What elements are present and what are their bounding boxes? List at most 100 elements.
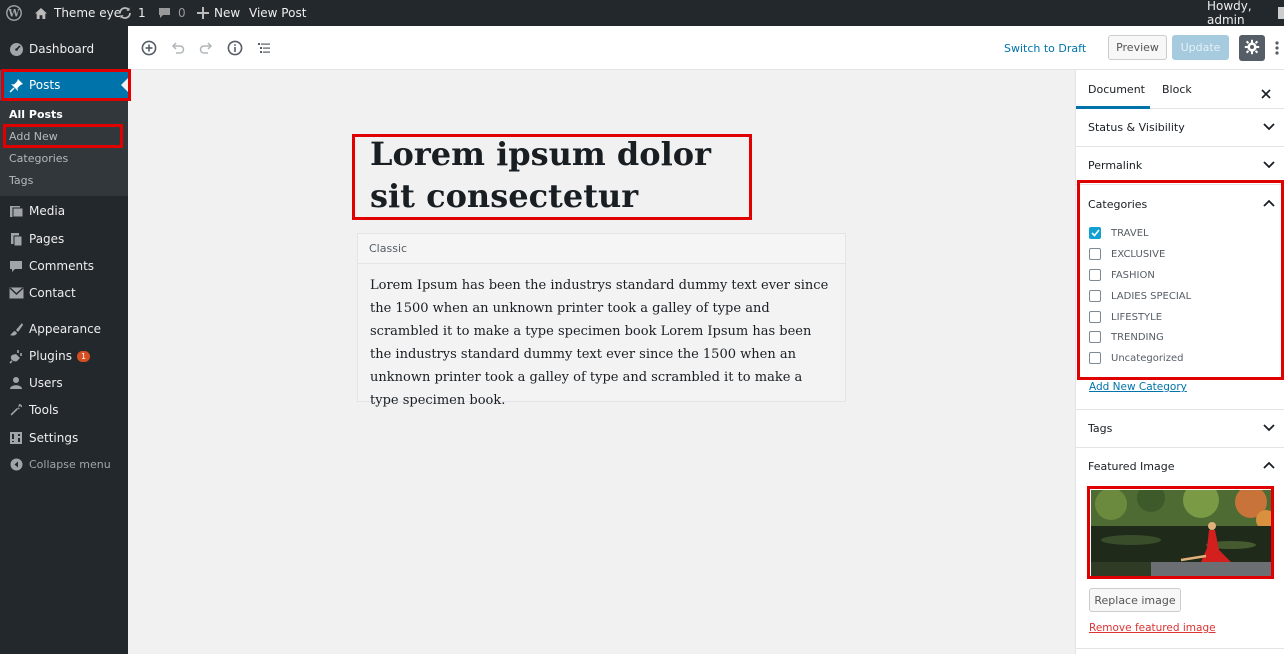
checkbox-icon[interactable] [1089, 290, 1101, 302]
checkbox-icon[interactable] [1089, 352, 1101, 364]
pushpin-icon [8, 77, 24, 93]
add-new-category-link[interactable]: Add New Category [1089, 381, 1187, 393]
site-name-link[interactable]: Theme eye [34, 0, 121, 26]
category-uncategorized[interactable]: Uncategorized [1089, 352, 1183, 364]
chevron-up-icon [1263, 197, 1275, 210]
redo-icon[interactable] [197, 39, 215, 57]
add-block-icon[interactable] [140, 39, 158, 57]
chevron-down-icon [1263, 159, 1275, 172]
comment-bubble-icon [158, 7, 171, 19]
checkbox-icon[interactable] [1089, 331, 1101, 343]
menu-settings-label: Settings [29, 431, 79, 445]
switch-to-draft-button[interactable]: Switch to Draft [1004, 38, 1086, 58]
preview-button[interactable]: Preview [1108, 35, 1167, 60]
wrench-icon [8, 402, 24, 418]
settings-toggle-button[interactable] [1239, 35, 1265, 61]
editor-toolbar: Switch to Draft Preview Update [128, 26, 1284, 70]
submenu-add-new[interactable]: Add New [9, 130, 58, 143]
submenu-all-posts[interactable]: All Posts [9, 108, 63, 121]
classic-block[interactable]: Classic Lorem Ipsum has been the industr… [357, 233, 846, 408]
plug-icon [8, 348, 24, 364]
panel-categories[interactable]: Categories [1076, 185, 1284, 223]
tab-document[interactable]: Document [1088, 83, 1145, 96]
avatar [1277, 7, 1284, 19]
tab-block[interactable]: Block [1162, 83, 1192, 96]
checkbox-icon[interactable] [1089, 269, 1101, 281]
paintbrush-icon [8, 321, 24, 337]
more-tools-vertical-dots-icon[interactable] [1272, 39, 1282, 57]
comments-link[interactable]: 0 [158, 0, 186, 26]
howdy-account-link[interactable]: Howdy, admin [1207, 0, 1284, 27]
wordpress-logo-icon[interactable]: W [6, 0, 22, 26]
settings-sliders-icon [8, 430, 24, 446]
home-icon [34, 7, 48, 20]
site-name: Theme eye [54, 6, 122, 20]
featured-image-thumbnail[interactable] [1091, 482, 1276, 576]
checkbox-icon[interactable] [1089, 311, 1101, 323]
block-navigation-icon[interactable] [255, 39, 273, 57]
updates-icon [118, 6, 132, 20]
menu-pages-label: Pages [29, 232, 65, 246]
menu-dashboard[interactable]: Dashboard [0, 36, 128, 62]
menu-comments[interactable]: Comments [0, 253, 128, 279]
menu-plugins-label: Plugins 1 [29, 349, 91, 363]
category-lifestyle[interactable]: LIFESTYLE [1089, 311, 1162, 323]
update-button[interactable]: Update [1172, 35, 1229, 60]
collapse-menu-label: Collapse menu [29, 457, 111, 471]
checkbox-checked-icon[interactable] [1089, 227, 1101, 239]
collapse-menu-button[interactable]: Collapse menu [0, 451, 128, 477]
menu-settings[interactable]: Settings [0, 425, 128, 451]
menu-tools-label: Tools [29, 403, 59, 417]
remove-featured-image-link[interactable]: Remove featured image [1089, 622, 1216, 634]
category-label: EXCLUSIVE [1111, 248, 1166, 260]
new-content-link[interactable]: New [197, 0, 240, 26]
panel-status-visibility[interactable]: Status & Visibility [1076, 109, 1284, 147]
updates-count: 1 [138, 6, 146, 20]
category-label: Uncategorized [1111, 352, 1184, 364]
menu-pages[interactable]: Pages [0, 226, 128, 252]
menu-media-label: Media [29, 204, 66, 218]
updates-link[interactable]: 1 [118, 0, 146, 26]
menu-appearance[interactable]: Appearance [0, 316, 128, 342]
category-exclusive[interactable]: EXCLUSIVE [1089, 248, 1165, 260]
menu-plugins[interactable]: Plugins 1 [0, 343, 128, 369]
menu-dashboard-label: Dashboard [29, 42, 95, 56]
post-title[interactable]: Lorem ipsum dolor sit consectetur [370, 133, 750, 217]
panel-permalink[interactable]: Permalink [1076, 147, 1284, 185]
new-label: New [214, 6, 241, 20]
category-ladies-special[interactable]: LADIES SPECIAL [1089, 290, 1191, 302]
view-post-link[interactable]: View Post [249, 0, 306, 26]
category-fashion[interactable]: FASHION [1089, 269, 1155, 281]
category-label: TRENDING [1111, 331, 1164, 343]
panel-tags[interactable]: Tags [1076, 410, 1284, 448]
category-label: TRAVEL [1111, 227, 1149, 239]
menu-tools[interactable]: Tools [0, 397, 128, 423]
classic-block-content[interactable]: Lorem Ipsum has been the industrys stand… [358, 264, 845, 422]
gear-icon [1244, 39, 1260, 58]
menu-plugins-text: Plugins [29, 349, 72, 363]
collapse-arrow-icon [8, 456, 24, 472]
comments-count: 0 [178, 6, 186, 20]
submenu-tags[interactable]: Tags [9, 174, 33, 187]
menu-contact[interactable]: Contact [0, 280, 128, 306]
menu-contact-label: Contact [29, 286, 76, 300]
checkbox-icon[interactable] [1089, 248, 1101, 260]
menu-media[interactable]: Media [0, 198, 128, 224]
menu-users[interactable]: Users [0, 370, 128, 396]
menu-posts[interactable]: Posts [0, 70, 128, 100]
plus-icon [197, 7, 209, 19]
panel-featured-image[interactable]: Featured Image [1076, 447, 1284, 485]
menu-comments-label: Comments [29, 259, 95, 273]
category-travel[interactable]: TRAVEL [1089, 227, 1149, 239]
user-icon [8, 375, 24, 391]
envelope-icon [8, 285, 24, 301]
dashboard-icon [8, 41, 24, 57]
submenu-categories[interactable]: Categories [9, 152, 68, 165]
content-info-icon[interactable] [226, 39, 244, 57]
replace-image-button[interactable]: Replace image [1089, 588, 1181, 612]
close-sidebar-icon[interactable] [1261, 84, 1271, 103]
comments-icon [8, 258, 24, 274]
classic-block-label: Classic [358, 234, 845, 264]
category-trending[interactable]: TRENDING [1089, 331, 1164, 343]
undo-icon[interactable] [169, 39, 187, 57]
